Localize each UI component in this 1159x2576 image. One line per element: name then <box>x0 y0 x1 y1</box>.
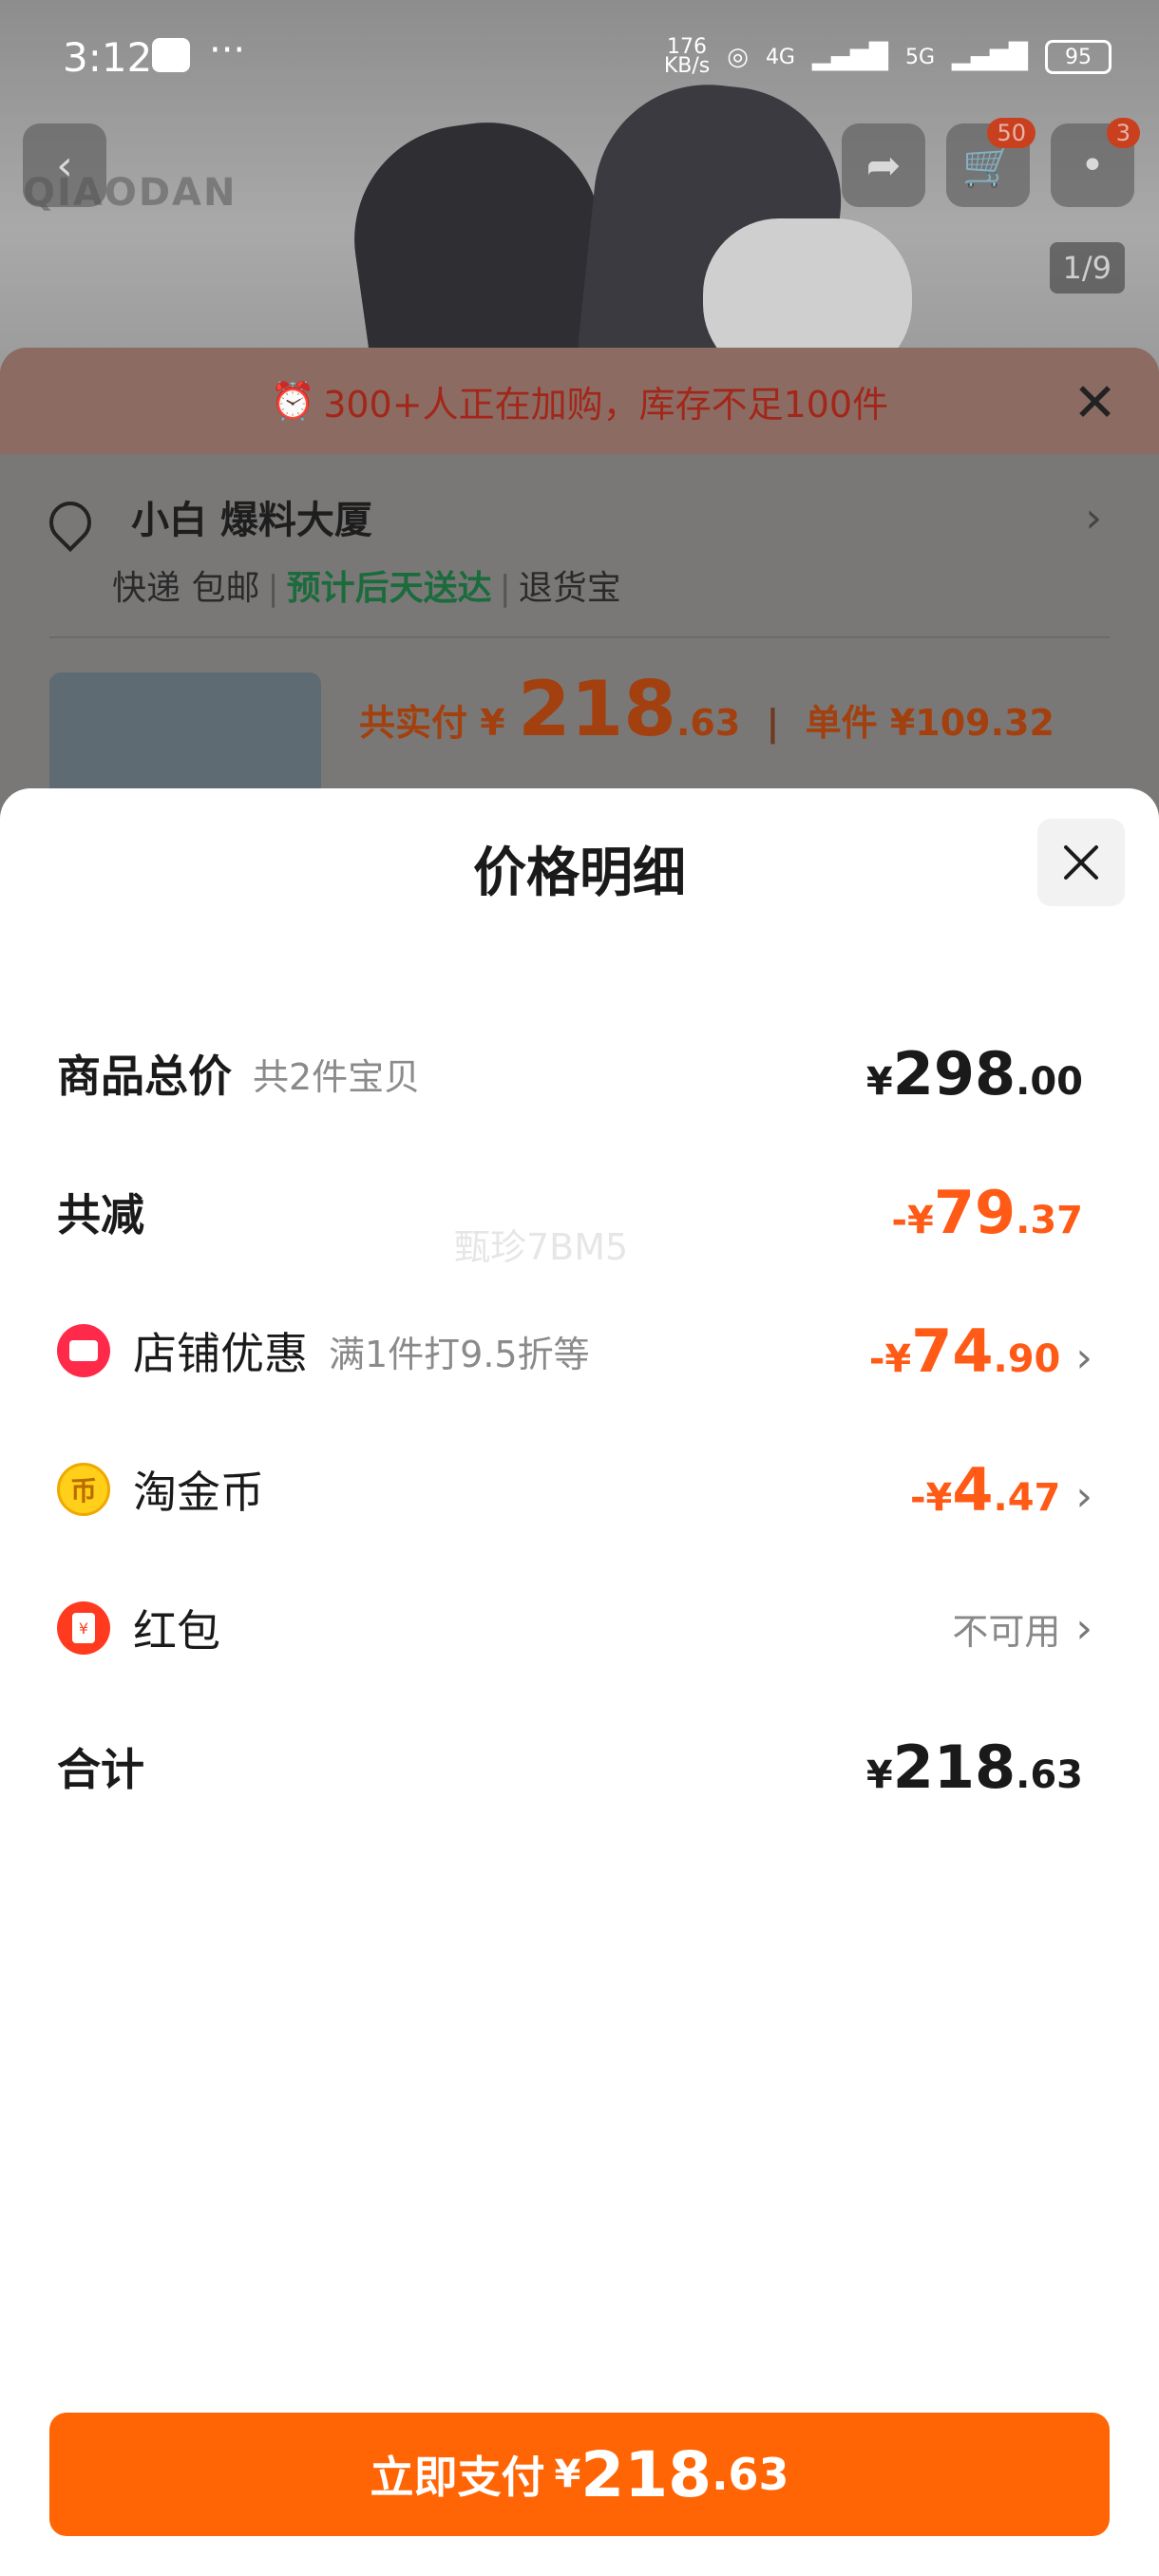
total-dec: .63 <box>675 702 741 744</box>
network-5g: 5G <box>904 45 936 69</box>
pay-int: 218 <box>580 2437 712 2511</box>
share-icon: ➦ <box>865 141 902 190</box>
stock-alert-text: 300+人正在加购，库存不足100件 <box>323 383 889 426</box>
net-speed-unit: KB/s <box>663 54 711 78</box>
shop-discount-right: -¥74.90 › <box>869 1316 1092 1386</box>
stock-alert-bar: ⏰ 300+人正在加购，库存不足100件 ✕ <box>0 348 1159 454</box>
red-packet-status: 不可用 <box>952 1610 1061 1653</box>
status-bar: 3:12 ··· 176 KB/s ◎ 4G ▂▄▆█ 5G ▂▄▆█ 95 <box>0 0 1159 100</box>
separator: | <box>499 569 511 608</box>
alarm-clock-icon: ⏰ <box>270 379 316 422</box>
pay-currency: ¥ <box>554 2453 581 2496</box>
sheet-title: 价格明细 <box>473 843 686 904</box>
shop-discount-amount: -¥74.90 <box>869 1316 1061 1386</box>
network-4g: 4G <box>765 45 795 69</box>
row-goods-total: 商品总价 共2件宝贝 ¥298.00 <box>57 1026 1092 1121</box>
chevron-right-icon: › <box>1075 1333 1092 1382</box>
pay-dec: .63 <box>712 2449 789 2500</box>
ship-eta: 预计后天送达 <box>286 569 492 608</box>
address-text: 小白 爆料大厦 <box>130 499 372 542</box>
total-currency: ¥ <box>480 702 505 744</box>
more-icon: • <box>1080 141 1105 190</box>
share-button[interactable]: ➦ <box>842 123 925 207</box>
close-button[interactable] <box>1037 819 1125 906</box>
taojinbi-amount: -¥4.47 <box>910 1455 1060 1525</box>
price-detail-sheet: 价格明细 商品总价 共2件宝贝 ¥298.00 共减 -¥ 79.37 店铺优惠 … <box>0 788 1159 2576</box>
amount-dec: .37 <box>1016 1198 1083 1242</box>
ship-express: 快递 包邮 <box>112 569 260 608</box>
sum-amount: ¥218.63 <box>866 1733 1083 1802</box>
row-label: 淘金币 <box>133 1467 264 1518</box>
currency: -¥ <box>891 1198 934 1242</box>
status-time: 3:12 <box>63 34 153 81</box>
cart-button[interactable]: 🛒 50 <box>946 118 1036 207</box>
amount-dec: .63 <box>1016 1752 1083 1797</box>
goods-total-amount: ¥298.00 <box>866 1039 1083 1108</box>
row-sub: 满1件打9.5折等 <box>329 1333 590 1375</box>
battery-icon: 95 <box>1045 40 1112 74</box>
watermark: 甄珍7BM5 <box>454 1226 629 1268</box>
amount-int: 4 <box>952 1454 994 1525</box>
row-label: 合计 <box>57 1744 144 1795</box>
amount-dec: .90 <box>993 1336 1061 1381</box>
image-counter: 1/9 <box>1049 242 1125 294</box>
shop-icon <box>57 1324 110 1377</box>
unit-price: 单件 ¥109.32 <box>805 702 1054 744</box>
row-red-packet[interactable]: ¥ 红包 不可用 › <box>57 1581 1092 1676</box>
row-label: 商品总价 <box>57 1051 232 1102</box>
amount-int: 218 <box>892 1732 1016 1802</box>
hotspot-icon: ◎ <box>727 43 749 71</box>
divider <box>49 636 1110 638</box>
amount-int: 74 <box>911 1316 994 1386</box>
currency: ¥ <box>865 1059 893 1104</box>
amount-int: 79 <box>933 1177 1016 1247</box>
chevron-right-icon: › <box>1085 494 1102 542</box>
message-count-badge: 3 <box>1106 118 1140 148</box>
separator: | <box>267 569 279 608</box>
sku-thumbnail[interactable] <box>49 672 321 796</box>
sku-total-price: 共实付 ¥ 218.63 | 单件 ¥109.32 <box>359 665 1054 753</box>
coin-icon: 币 <box>57 1463 110 1516</box>
separator: | <box>766 702 780 744</box>
more-button[interactable]: • 3 <box>1051 118 1140 207</box>
address-row[interactable]: 小白 爆料大厦 <box>40 489 372 553</box>
total-discount-amount: -¥ 79.37 <box>891 1178 1083 1247</box>
cart-count-badge: 50 <box>987 118 1036 148</box>
row-shop-discount[interactable]: 店铺优惠 满1件打9.5折等 -¥74.90 › <box>57 1303 1092 1398</box>
capcut-icon <box>152 38 190 72</box>
shipping-info: 快递 包邮 | 预计后天送达 | 退货宝 <box>112 560 621 610</box>
signal-icon: ▂▄▆█ <box>811 43 888 71</box>
currency: -¥ <box>868 1336 912 1381</box>
close-icon[interactable]: ✕ <box>1073 372 1117 434</box>
location-pin-icon <box>40 492 101 553</box>
taojinbi-right: -¥4.47 › <box>910 1455 1092 1525</box>
row-label: 共减 <box>57 1189 144 1241</box>
row-sub: 共2件宝贝 <box>253 1055 421 1098</box>
red-packet-icon: ¥ <box>57 1601 110 1655</box>
red-packet-right: 不可用 › <box>952 1602 1092 1655</box>
back-button[interactable]: ‹ <box>23 123 106 207</box>
total-label: 共实付 <box>359 702 468 744</box>
total-int: 218 <box>517 665 676 753</box>
row-label: 店铺优惠 <box>133 1328 308 1379</box>
row-sum: 合计 ¥218.63 <box>57 1719 1092 1814</box>
amount-int: 298 <box>892 1038 1016 1108</box>
pay-label: 立即支付 <box>370 2452 545 2503</box>
more-notifications-icon: ··· <box>209 28 246 72</box>
currency: ¥ <box>865 1752 893 1797</box>
net-speed: 176 KB/s <box>663 37 711 78</box>
amount-dec: .47 <box>993 1475 1061 1520</box>
currency: -¥ <box>909 1475 953 1520</box>
chevron-right-icon: › <box>1075 1471 1092 1521</box>
amount-dec: .00 <box>1016 1059 1083 1104</box>
ship-return: 退货宝 <box>518 569 621 608</box>
pay-now-button[interactable]: 立即支付 ¥218.63 <box>49 2413 1110 2536</box>
row-label: 红包 <box>133 1605 220 1657</box>
chevron-left-icon: ‹ <box>56 141 73 190</box>
chevron-right-icon: › <box>1075 1603 1092 1653</box>
close-icon <box>1064 845 1098 880</box>
row-taojinbi[interactable]: 币 淘金币 -¥4.47 › <box>57 1442 1092 1537</box>
status-indicators: 176 KB/s ◎ 4G ▂▄▆█ 5G ▂▄▆█ 95 <box>663 37 1112 78</box>
signal-icon-2: ▂▄▆█ <box>952 43 1028 71</box>
